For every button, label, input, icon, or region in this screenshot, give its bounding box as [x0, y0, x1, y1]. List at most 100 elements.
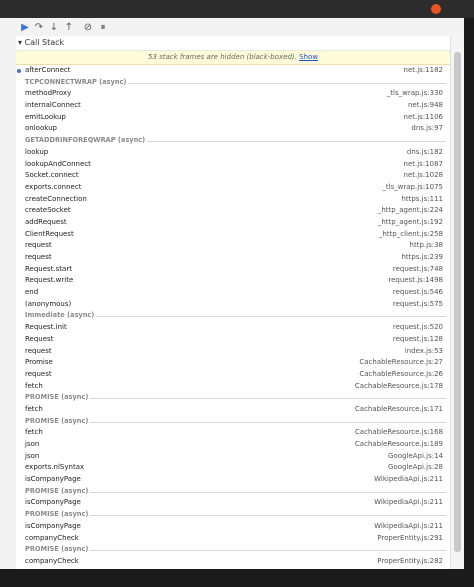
call-stack-scrollbar[interactable] [450, 36, 464, 569]
call-frame[interactable]: request CachableResource.js:26 [16, 369, 450, 381]
call-frame[interactable]: methodProxy _tls_wrap.js:330 [16, 88, 450, 100]
call-frame[interactable]: internalConnect net.js:948 [16, 100, 450, 112]
frame-location-link[interactable]: net.js:1182 [404, 65, 443, 77]
call-frame[interactable]: (anonymous) request.js:575 [16, 299, 450, 311]
frame-location-link[interactable]: CachableResource.js:168 [355, 427, 443, 439]
step-into-button[interactable]: ↓ [47, 20, 61, 34]
frame-location-link[interactable]: request.js:748 [393, 264, 443, 276]
frame-location-link[interactable]: CachableResource.js:189 [355, 439, 443, 451]
frame-location-link[interactable]: WikipediaApi.js:211 [374, 521, 443, 533]
frame-location-link[interactable]: request.js:546 [393, 287, 443, 299]
call-frame[interactable]: lookupAndConnect net.js:1087 [16, 159, 450, 171]
call-frame[interactable]: companyCheck ProperEntity.js:291 [16, 533, 450, 545]
call-frame[interactable]: companyCheck ProperEntity.js:282 [16, 556, 450, 568]
frame-location-link[interactable]: _tls_wrap.js:330 [387, 88, 443, 100]
async-boundary: PROMISE (async) [16, 544, 450, 556]
call-frame[interactable]: Socket.connect net.js:1028 [16, 170, 450, 182]
call-frame[interactable]: createSocket _http_agent.js:224 [16, 205, 450, 217]
window-close-button[interactable] [431, 4, 441, 14]
frame-location-link[interactable]: net.js:1106 [404, 112, 443, 124]
deactivate-breakpoints-button[interactable]: ⊘ [81, 20, 95, 34]
frame-function-name: Request.start [25, 264, 72, 273]
frame-location-link[interactable]: _http_agent.js:224 [378, 205, 443, 217]
call-frame[interactable]: createConnection https.js:111 [16, 194, 450, 206]
frame-location-link[interactable]: request.js:575 [393, 299, 443, 311]
frame-location-link[interactable]: CachableResource.js:178 [355, 381, 443, 393]
step-over-button[interactable]: ↷ [32, 20, 46, 34]
frame-location-link[interactable]: GoogleApi.js:14 [388, 451, 443, 463]
frame-location-link[interactable]: net.js:1087 [404, 159, 443, 171]
frame-location-link[interactable]: request.js:128 [393, 334, 443, 346]
frame-function-name: companyCheck [25, 556, 79, 565]
call-frame[interactable]: fetch CachableResource.js:171 [16, 404, 450, 416]
pause-on-exceptions-button[interactable]: ⏸ [96, 20, 110, 34]
call-frame[interactable]: request index.js:53 [16, 346, 450, 358]
call-frame[interactable]: Promise CachableResource.js:27 [16, 357, 450, 369]
show-hidden-frames-link[interactable]: Show [299, 53, 318, 61]
frame-location-link[interactable]: ProperEntity.js:282 [377, 556, 443, 568]
call-frame[interactable]: end request.js:546 [16, 287, 450, 299]
frame-location-link[interactable]: _http_client.js:258 [379, 229, 443, 241]
frame-location-link[interactable]: CachableResource.js:26 [359, 369, 443, 381]
call-stack-header[interactable]: ▾ Call Stack [16, 36, 450, 51]
frame-location-link[interactable]: GoogleApi.js:28 [388, 462, 443, 474]
call-frame[interactable]: lookup dns.js:182 [16, 147, 450, 159]
call-frame[interactable]: exports.nlSyntax GoogleApi.js:28 [16, 462, 450, 474]
frame-function-name: internalConnect [25, 101, 81, 110]
frame-function-name: fetch [25, 381, 43, 390]
resume-button[interactable]: ▶ [18, 20, 32, 34]
frame-location-link[interactable]: net.js:1028 [404, 170, 443, 182]
async-label: PROMISE (async) [25, 485, 91, 498]
call-frame[interactable]: request https.js:239 [16, 252, 450, 264]
call-frame[interactable]: emitLookup net.js:1106 [16, 112, 450, 124]
frame-function-name: Socket.connect [25, 171, 79, 180]
frame-location-link[interactable]: https.js:239 [401, 252, 443, 264]
frame-location-link[interactable]: WikipediaApi.js:211 [374, 497, 443, 509]
async-label: PROMISE (async) [25, 392, 91, 404]
frame-location-link[interactable]: _http_agent.js:192 [378, 217, 443, 229]
step-out-button[interactable]: ↑ [62, 20, 76, 34]
call-frame[interactable]: fetch CachableResource.js:168 [16, 427, 450, 439]
frame-location-link[interactable]: https.js:111 [401, 194, 443, 206]
call-frame[interactable]: Request.init request.js:520 [16, 322, 450, 334]
collapse-arrow-icon: ▾ [18, 38, 23, 47]
call-frame[interactable]: json CachableResource.js:189 [16, 439, 450, 451]
frame-location-link[interactable]: ProperEntity.js:291 [377, 533, 443, 545]
scrollbar-thumb[interactable] [454, 52, 461, 552]
call-frame[interactable]: isCompanyPage WikipediaApi.js:211 [16, 474, 450, 486]
frame-location-link[interactable]: dns.js:97 [411, 123, 443, 135]
call-frame[interactable]: Request.write request.js:1498 [16, 275, 450, 287]
frame-function-name: createConnection [25, 194, 87, 203]
async-boundary: PROMISE (async) [16, 392, 450, 404]
call-stack-title: Call Stack [24, 38, 65, 47]
frame-location-link[interactable]: _tls_wrap.js:1075 [382, 182, 443, 194]
frame-location-link[interactable]: request.js:520 [393, 322, 443, 334]
call-stack-pane: ▾ Call Stack 53 stack frames are hidden … [16, 36, 450, 569]
frame-function-name: (anonymous) [25, 299, 72, 308]
call-frame[interactable]: json GoogleApi.js:14 [16, 451, 450, 463]
call-frame[interactable]: ClientRequest _http_client.js:258 [16, 229, 450, 241]
call-frame[interactable]: isCompanyPage WikipediaApi.js:211 [16, 497, 450, 509]
call-frame[interactable]: exports.connect _tls_wrap.js:1075 [16, 182, 450, 194]
frame-location-link[interactable]: dns.js:182 [407, 147, 443, 159]
frame-location-link[interactable]: request.js:1498 [388, 275, 443, 287]
call-frame[interactable]: fetch CachableResource.js:178 [16, 381, 450, 393]
call-frame[interactable]: request http.js:38 [16, 240, 450, 252]
sidebar-gutter [0, 36, 17, 569]
frame-function-name: request [25, 241, 52, 250]
call-frame[interactable]: addRequest _http_agent.js:192 [16, 217, 450, 229]
call-frame-current[interactable]: afterConnect net.js:1182 [16, 65, 450, 77]
frame-location-link[interactable]: index.js:53 [405, 346, 443, 358]
async-boundary: PROMISE (async) [16, 415, 450, 428]
call-frame[interactable]: Request.start request.js:748 [16, 264, 450, 276]
frame-location-link[interactable]: CachableResource.js:27 [359, 357, 443, 369]
async-boundary: PROMISE (async) [16, 509, 450, 521]
frame-location-link[interactable]: net.js:948 [408, 100, 443, 112]
frame-function-name: Promise [25, 358, 53, 367]
frame-location-link[interactable]: CachableResource.js:171 [355, 404, 443, 416]
frame-location-link[interactable]: http.js:38 [410, 240, 443, 252]
call-frame[interactable]: onlookup dns.js:97 [16, 123, 450, 135]
call-frame[interactable]: isCompanyPage WikipediaApi.js:211 [16, 521, 450, 533]
call-frame[interactable]: Request request.js:128 [16, 334, 450, 346]
frame-location-link[interactable]: WikipediaApi.js:211 [374, 474, 443, 486]
